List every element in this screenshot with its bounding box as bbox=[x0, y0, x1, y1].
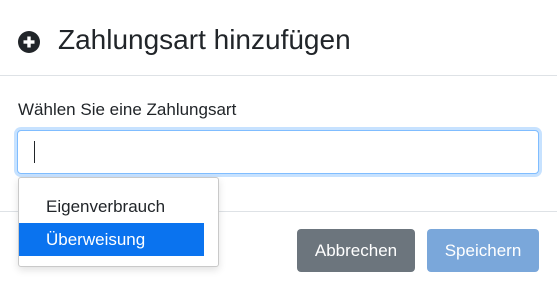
cancel-button[interactable]: Abbrechen bbox=[297, 229, 415, 272]
payment-method-input[interactable] bbox=[17, 130, 539, 174]
dialog-header: Zahlungsart hinzufügen bbox=[0, 0, 557, 76]
option-ueberweisung[interactable]: Überweisung bbox=[19, 223, 204, 256]
plus-circle-icon bbox=[18, 31, 40, 53]
option-eigenverbrauch[interactable]: Eigenverbrauch bbox=[19, 190, 204, 223]
dialog-title: Zahlungsart hinzufügen bbox=[58, 24, 351, 55]
payment-method-label: Wählen Sie eine Zahlungsart bbox=[18, 100, 237, 119]
save-button[interactable]: Speichern bbox=[427, 229, 539, 272]
payment-method-dropdown: Eigenverbrauch Überweisung bbox=[18, 177, 219, 267]
text-caret bbox=[34, 141, 35, 163]
add-payment-method-dialog: Zahlungsart hinzufügen Wählen Sie eine Z… bbox=[0, 0, 557, 286]
